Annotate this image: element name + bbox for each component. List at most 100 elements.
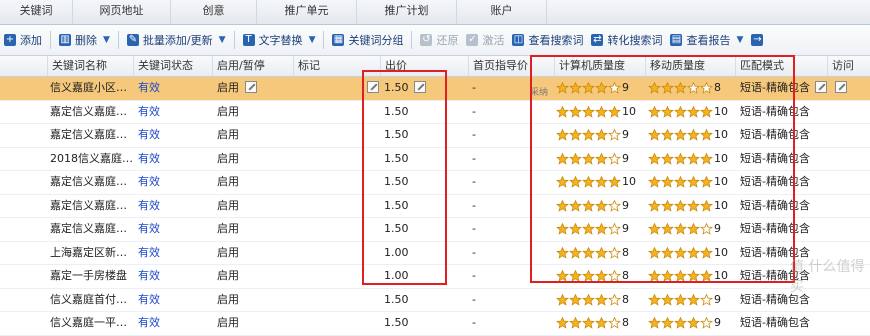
keyword-name[interactable]: 嘉定一手房楼盘 — [50, 265, 127, 287]
enable-status[interactable]: 启用 — [217, 124, 239, 146]
keyword-name[interactable]: 信义嘉庭小区… — [50, 77, 127, 99]
edit-url-icon[interactable] — [835, 81, 847, 93]
edit-enable-icon[interactable] — [245, 81, 257, 93]
enable-status[interactable]: 启用 — [217, 265, 239, 287]
header-keyword-status[interactable]: 关键词状态 — [133, 56, 212, 76]
bid-value[interactable]: 1.50 — [384, 195, 409, 217]
tab-account[interactable]: 账户 — [457, 0, 547, 24]
match-mode[interactable]: 短语-精确包含 — [740, 148, 810, 170]
match-mode[interactable]: 短语-精确包含 — [740, 77, 810, 99]
match-mode[interactable]: 短语-精确包含 — [740, 218, 810, 240]
keyword-name[interactable]: 上海嘉定区新… — [50, 242, 127, 264]
chevron-down-icon[interactable]: ▼ — [219, 35, 226, 45]
match-mode[interactable]: 短语-精确包含 — [740, 124, 810, 146]
enable-status[interactable]: 启用 — [217, 195, 239, 217]
edit-bid-icon[interactable] — [414, 81, 426, 93]
match-mode[interactable]: 短语-精确包含 — [740, 171, 810, 193]
activate-icon: ✓ — [466, 34, 479, 46]
header-first-page-price[interactable]: 首页指导价 — [468, 56, 554, 76]
tab-creative[interactable]: 创意 — [171, 0, 257, 24]
header-mark[interactable]: 标记 — [293, 56, 380, 76]
table-row[interactable]: 嘉定信义嘉庭… 有效 启用 1.50 - 9 10 短语-精确包含 — [0, 124, 870, 148]
enable-status[interactable]: 启用 — [217, 289, 239, 311]
bid-value[interactable]: 1.50 — [384, 148, 409, 170]
keyword-name[interactable]: 信义嘉庭一平… — [50, 312, 127, 334]
group-label: 关键词分组 — [348, 34, 404, 47]
activate-button[interactable]: ✓ 激活 — [462, 28, 508, 52]
bid-value[interactable]: 1.50 — [384, 77, 409, 99]
match-mode[interactable]: 短语-精确包含 — [740, 312, 810, 334]
keyword-name[interactable]: 嘉定信义嘉庭… — [50, 218, 127, 240]
header-enable-pause[interactable]: 启用/暂停 — [212, 56, 293, 76]
header-pc-quality[interactable]: 计算机质量度 — [554, 56, 645, 76]
edit-bid-icon[interactable] — [367, 81, 379, 93]
keyword-name[interactable]: 信义嘉庭首付… — [50, 289, 127, 311]
tab-keywords[interactable]: 关键词 — [0, 0, 73, 24]
bid-value[interactable]: 1.00 — [384, 242, 409, 264]
enable-status[interactable]: 启用 — [217, 242, 239, 264]
view-report-button[interactable]: ▤ 查看报告 ▼ — [666, 28, 747, 52]
enable-status[interactable]: 启用 — [217, 218, 239, 240]
table-row[interactable]: 嘉定信义嘉庭… 有效 启用 1.50 - 10 10 短语-精确包含 — [0, 171, 870, 195]
enable-status[interactable]: 启用 — [217, 101, 239, 123]
keyword-table-body: 信义嘉庭小区… 有效 启用 1.50-9 8 短语-精确包含 采纳 嘉定信义嘉庭… 有效 启用 1.… — [0, 77, 870, 336]
match-mode[interactable]: 短语-精确包含 — [740, 195, 810, 217]
header-mobile-quality[interactable]: 移动质量度 — [645, 56, 735, 76]
chevron-down-icon[interactable]: ▼ — [103, 35, 110, 45]
header-bid[interactable]: 出价 — [380, 56, 468, 76]
bid-value[interactable]: 1.00 — [384, 265, 409, 287]
table-row[interactable]: 信义嘉庭首付… 有效 启用 1.50-8 9 短语-精确包含 — [0, 289, 870, 312]
keyword-name[interactable]: 嘉定信义嘉庭… — [50, 124, 127, 146]
match-mode[interactable]: 短语-精确包含 — [740, 101, 810, 123]
bid-value[interactable]: 1.50 — [384, 171, 409, 193]
mobile-quality-stars — [648, 246, 713, 259]
keyword-status: 有效 — [138, 245, 160, 259]
table-row[interactable]: 信义嘉庭小区… 有效 启用 1.50 - 9 8 短语-精确包含 采纳 — [0, 77, 870, 101]
keyword-group-button[interactable]: ▦ 关键词分组 — [328, 28, 407, 52]
keyword-name[interactable]: 嘉定信义嘉庭… — [50, 171, 127, 193]
mobile-quality-stars — [648, 82, 713, 94]
table-row[interactable]: 信义嘉庭一平… 有效 启用 1.50 - 8 9 短语-精确包含 — [0, 312, 870, 336]
add-button[interactable]: + 添加 — [0, 28, 46, 52]
edit-match-icon[interactable] — [815, 81, 827, 93]
chevron-down-icon[interactable]: ▼ — [736, 35, 743, 45]
enable-status[interactable]: 启用 — [217, 171, 239, 193]
tab-units[interactable]: 推广单元 — [257, 0, 357, 24]
bid-value[interactable]: 1.50 — [384, 124, 409, 146]
enable-status[interactable]: 启用 — [217, 77, 239, 99]
header-match-mode[interactable]: 匹配模式 — [735, 56, 827, 76]
batch-add-update-button[interactable]: ✎ 批量添加/更新 ▼ — [123, 28, 230, 52]
more-button[interactable]: → — [747, 28, 771, 52]
text-replace-icon: T — [242, 34, 255, 46]
enable-status[interactable]: 启用 — [217, 148, 239, 170]
chevron-down-icon[interactable]: ▼ — [309, 35, 316, 45]
keyword-name[interactable]: 2018信义嘉庭… — [50, 148, 133, 170]
bid-value[interactable]: 1.50 — [384, 312, 409, 334]
bid-value[interactable]: 1.50 — [384, 218, 409, 240]
convert-search-terms-button[interactable]: ⇄ 转化搜索词 — [587, 28, 666, 52]
bid-value[interactable]: 1.50 — [384, 289, 409, 311]
watermark-text: 值 什么值得买 — [790, 259, 865, 295]
keyword-name[interactable]: 嘉定信义嘉庭… — [50, 195, 127, 217]
view-search-terms-button[interactable]: ◫ 查看搜索词 — [508, 28, 587, 52]
pc-quality-stars — [556, 199, 621, 212]
table-row[interactable]: 嘉定一手房楼盘 有效 启用 1.00-8 10 短语-精确包含 — [0, 265, 870, 289]
adopt-label[interactable]: 采纳 — [530, 85, 548, 98]
table-row[interactable]: 嘉定信义嘉庭… 有效 启用 1.50 - 9 10 短语-精确包含 — [0, 195, 870, 218]
tab-urls[interactable]: 网页地址 — [73, 0, 171, 24]
enable-status[interactable]: 启用 — [217, 312, 239, 334]
table-row[interactable]: 嘉定信义嘉庭… 有效 启用 1.50 - 9 9 短语-精确包含 — [0, 218, 870, 242]
keyword-name[interactable]: 嘉定信义嘉庭… — [50, 101, 127, 123]
header-keyword-name[interactable]: 关键词名称 — [47, 56, 133, 76]
text-replace-button[interactable]: T 文字替换 ▼ — [239, 28, 320, 52]
keyword-status: 有效 — [138, 81, 160, 94]
table-row[interactable]: 嘉定信义嘉庭… 有效 启用 1.50 - 10 10 短语-精确包含 — [0, 101, 870, 124]
delete-button[interactable]: ▥ 删除 ▼ — [55, 28, 114, 52]
header-visit-url[interactable]: 访问URL — [827, 56, 870, 92]
first-page-price: - — [472, 151, 476, 165]
tab-plans[interactable]: 推广计划 — [357, 0, 457, 24]
table-row[interactable]: 2018信义嘉庭… 有效 启用 1.50 - 9 10 短语-精确包含 — [0, 148, 870, 171]
table-row[interactable]: 上海嘉定区新… 有效 启用 1.00-8 10 短语-精确包含 — [0, 242, 870, 265]
bid-value[interactable]: 1.50 — [384, 101, 409, 123]
restore-button[interactable]: ↺ 还原 — [416, 28, 462, 52]
